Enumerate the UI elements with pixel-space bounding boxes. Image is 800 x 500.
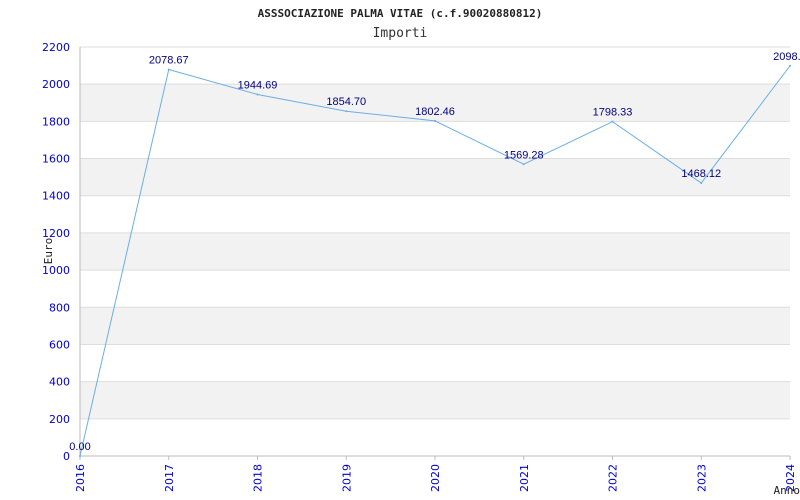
x-tick-label: 2016: [74, 464, 87, 492]
y-tick-label: 200: [49, 413, 70, 426]
band: [80, 121, 790, 159]
chart-title: ASSSOCIAZIONE PALMA VITAE (c.f.900208808…: [258, 7, 543, 20]
x-tick-label: 2018: [252, 464, 265, 492]
data-point: [700, 182, 703, 185]
data-point: [167, 68, 170, 71]
data-point: [434, 119, 436, 122]
band-shaded: [80, 381, 790, 419]
y-tick-label: 2000: [42, 78, 70, 91]
data-label: 1798.33: [593, 107, 633, 119]
x-tick-labels: 2016 2017 2018 2019 2020 2021 2022 2023 2024: [74, 464, 797, 492]
x-axis-label: Anno: [774, 484, 800, 497]
x-tick-label: 2020: [429, 464, 442, 492]
data-label: 0.00: [69, 441, 90, 453]
x-tick-label: 2017: [163, 464, 176, 492]
y-tick-label: 1000: [42, 264, 70, 277]
y-tick-label: 600: [49, 338, 70, 351]
y-tick-label: 1400: [42, 190, 70, 203]
data-point: [345, 110, 348, 113]
data-point: [522, 163, 525, 166]
data-label: 1569.28: [504, 149, 544, 161]
y-tick-label: 2200: [42, 41, 70, 54]
data-label: 2098.5: [773, 51, 800, 63]
data-label: 1854.70: [326, 96, 366, 108]
line-chart: 0200400600800100012001400160018002000220…: [42, 7, 800, 497]
x-tick-label: 2021: [518, 464, 531, 492]
y-tick-label: 800: [49, 301, 70, 314]
data-label: 1802.46: [415, 106, 455, 118]
data-label: 2078.67: [149, 55, 189, 67]
band: [80, 195, 790, 233]
y-tick-label: 400: [49, 376, 70, 389]
band-shaded: [80, 307, 790, 345]
band: [80, 344, 790, 382]
data-point: [789, 64, 791, 67]
chart-subtitle: Importi: [373, 26, 428, 41]
data-point: [256, 93, 259, 96]
data-label: 1468.12: [681, 168, 721, 180]
y-tick-label: 1800: [42, 115, 70, 128]
data-point: [79, 455, 81, 457]
x-tick-label: 2023: [695, 464, 708, 492]
y-axis-label: Euro: [42, 238, 55, 265]
y-tick-label: 1600: [42, 153, 70, 166]
data-label: 1944.69: [238, 79, 278, 91]
band-shaded: [80, 232, 790, 271]
data-point: [611, 120, 614, 123]
x-tick-label: 2022: [607, 464, 620, 492]
x-tick-label: 2019: [340, 464, 353, 492]
band: [80, 418, 790, 456]
band: [80, 270, 790, 308]
